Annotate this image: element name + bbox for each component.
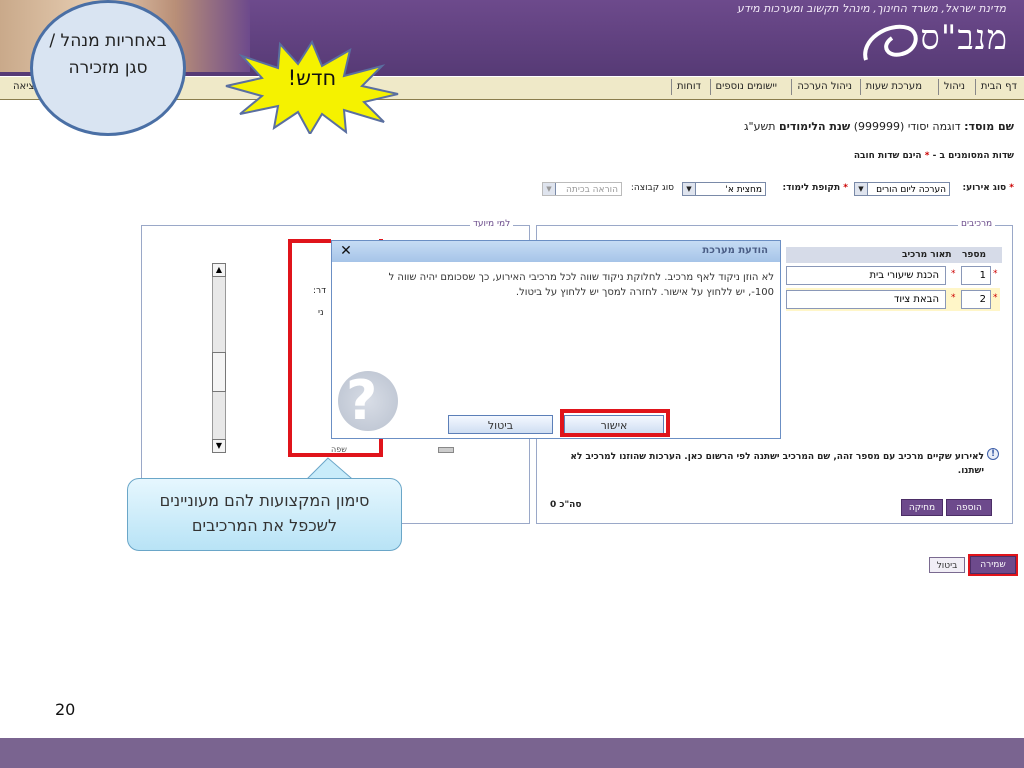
event-type-select[interactable]: הערכה ליום הורים ▼ [854, 182, 950, 196]
audience-legend: למי מיועד [470, 219, 514, 229]
ministry-title: מדינת ישראל, משרד החינוך, מינהל תקשוב ומ… [736, 2, 1006, 15]
component-desc-input[interactable]: הכנת שיעורי בית [786, 266, 946, 285]
period-select[interactable]: מחצית א' ▼ [682, 182, 766, 196]
manbas-swirl-logo-icon [863, 24, 918, 61]
cancel-dialog-button[interactable]: ביטול [448, 415, 553, 434]
required-star: * [951, 293, 956, 303]
delete-component-button[interactable]: מחיקה [901, 499, 943, 516]
components-legend: מרכיבים [958, 219, 996, 229]
add-component-button[interactable]: הוספה [946, 499, 992, 516]
component-number-input[interactable]: 1 [961, 266, 991, 285]
scroll-down-arrow-icon[interactable]: ▼ [212, 439, 226, 453]
audience-scroll-stub [438, 447, 454, 453]
info-icon: ! [987, 448, 999, 460]
institution-line: שם מוסד: דוגמה יסודי (999999) שנת הלימוד… [743, 120, 1014, 133]
group-type-select[interactable]: הוראה בכיתה ▼ [542, 182, 622, 196]
dialog-title: הודעת מערכת [702, 245, 768, 256]
audience-peek-text-3: שפה [331, 445, 347, 454]
responsibility-text: באחריות מנהל / סגן מזכירה [49, 31, 167, 78]
total-score: סה"כ 0 [550, 500, 582, 510]
school-year: תשע"ג [743, 120, 776, 133]
col-number-header: מספר [962, 250, 986, 260]
required-star: * [951, 269, 956, 279]
app-name-logo-text: מנב"ס [920, 18, 1008, 58]
duplicate-warning-text: לאירוע שקיים מרכיב עם מספר זהה, שם המרכי… [570, 452, 984, 476]
component-desc-input[interactable]: הבאת ציוד [786, 290, 946, 309]
duplicate-hint-text: סימון המקצועות להם מעוניינים לשכפל את המ… [159, 491, 370, 535]
new-burst-text: חדש! [287, 66, 337, 90]
chevron-down-icon: ▼ [855, 183, 868, 195]
nav-assessment[interactable]: ניהול הערכה [791, 79, 857, 95]
required-fields-note: שדות המסומנים ב - * הינם שדות חובה [853, 151, 1014, 161]
scroll-up-arrow-icon[interactable]: ▲ [212, 263, 226, 277]
page-number: 20 [55, 700, 76, 719]
nav-more-apps[interactable]: יישומים נוספים [709, 79, 782, 95]
system-message-dialog: הודעת מערכת ✕ לא הוזן ניקוד לאף מרכיב. ל… [331, 240, 781, 439]
nav-reports[interactable]: דוחות [670, 79, 706, 95]
event-type-label: * סוג אירוע: [962, 183, 1014, 193]
col-desc-header: תאור מרכיב [902, 250, 952, 260]
slide-footer-bar [0, 738, 1024, 768]
component-number-input[interactable]: 2 [961, 290, 991, 309]
scroll-thumb[interactable] [212, 352, 226, 392]
required-star: * [993, 293, 998, 303]
close-icon[interactable]: ✕ [337, 242, 355, 260]
chevron-down-icon: ▼ [543, 183, 556, 195]
required-star: * [993, 269, 998, 279]
question-mark-glyph: ? [346, 369, 378, 432]
period-label: * תקופת לימוד: [782, 183, 849, 193]
nav-home[interactable]: דף הבית [974, 79, 1022, 95]
nav-management[interactable]: ניהול [937, 79, 970, 95]
cancel-button[interactable]: ביטול [929, 557, 965, 573]
ok-highlight-box [560, 409, 670, 437]
chevron-down-icon: ▼ [683, 183, 696, 195]
highlight-bracket-top [288, 239, 331, 243]
dialog-message: לא הוזן ניקוד לאף מרכיב. לחלוקת ניקוד שו… [388, 272, 774, 298]
institution-name: דוגמה יסודי (999999) [853, 120, 961, 133]
group-type-label: סוג קבוצה: [630, 183, 674, 193]
nav-schedule[interactable]: מערכת שעות [859, 79, 927, 95]
save-button[interactable]: שמירה [968, 554, 1018, 576]
